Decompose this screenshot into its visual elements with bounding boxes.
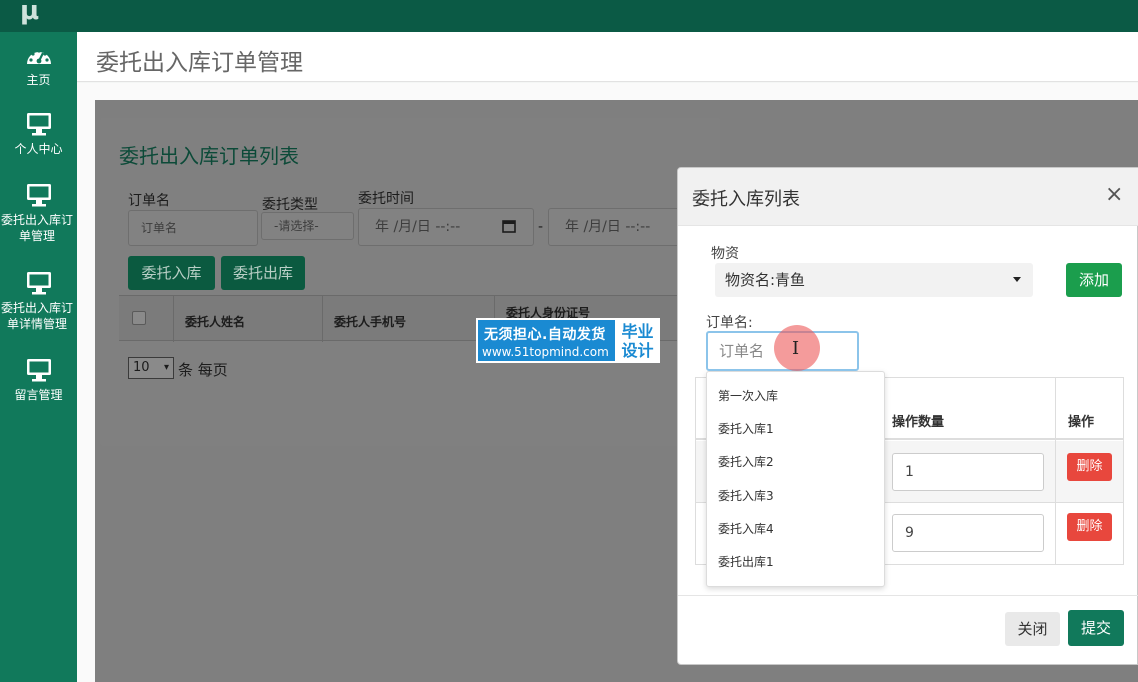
quantity-input[interactable]: 9 bbox=[892, 514, 1044, 552]
close-icon[interactable]: × bbox=[1105, 182, 1123, 207]
page-size-suffix: 条 每页 bbox=[178, 361, 228, 379]
quantity-input[interactable]: 1 bbox=[892, 453, 1044, 491]
outbound-button[interactable]: 委托出库 bbox=[221, 256, 305, 290]
text-cursor-icon: I bbox=[792, 338, 800, 359]
type-label: 委托类型 bbox=[262, 197, 318, 213]
dropdown-option[interactable]: 委托入库4 bbox=[718, 520, 774, 537]
sidebar-item-order-details[interactable]: 委托出入库订单详情管理 bbox=[0, 270, 77, 332]
calendar-icon[interactable] bbox=[502, 219, 516, 233]
dropdown-option[interactable]: 委托入库3 bbox=[718, 487, 774, 504]
monitor-icon bbox=[26, 184, 51, 207]
date-to-input[interactable]: 年 /月/日 --:-- bbox=[548, 208, 688, 246]
sidebar-item-orders[interactable]: 委托出入库订单管理 bbox=[0, 182, 77, 244]
dropdown-option[interactable]: 第一次入库 bbox=[718, 387, 778, 404]
sidebar-item-label: 个人中心 bbox=[14, 142, 63, 156]
time-label: 委托时间 bbox=[358, 191, 414, 207]
divider bbox=[1055, 378, 1056, 564]
col-header-qty: 操作数量 bbox=[892, 415, 945, 430]
page-size-value: 10 bbox=[133, 360, 150, 375]
sidebar-item-label: 留言管理 bbox=[14, 388, 63, 402]
dashboard-icon bbox=[26, 49, 51, 64]
divider bbox=[322, 296, 323, 342]
col-header: 委托人姓名 bbox=[185, 315, 246, 329]
page-header: 委托出入库订单管理 bbox=[77, 32, 1138, 82]
date-separator: - bbox=[538, 219, 544, 235]
app-logo: μ bbox=[20, 0, 40, 26]
add-button[interactable]: 添加 bbox=[1066, 263, 1122, 297]
select-all-checkbox[interactable] bbox=[132, 311, 146, 325]
sidebar-item-label: 委托出入库订单详情管理 bbox=[0, 301, 73, 331]
submit-button[interactable]: 提交 bbox=[1068, 610, 1124, 646]
watermark-badge-line2: 设计 bbox=[621, 341, 654, 360]
order-name-label: 订单名: bbox=[706, 315, 753, 331]
close-button[interactable]: 关闭 bbox=[1005, 612, 1060, 646]
watermark-line1: 无须担心.自动发货 bbox=[484, 327, 606, 343]
material-label: 物资 bbox=[711, 246, 739, 262]
monitor-icon bbox=[26, 113, 51, 136]
monitor-icon bbox=[26, 272, 51, 295]
dropdown-option[interactable]: 委托入库1 bbox=[718, 420, 774, 437]
col-header-action: 操作 bbox=[1068, 415, 1095, 430]
top-bar: μ bbox=[0, 0, 1138, 32]
sidebar-item-label: 委托出入库订单管理 bbox=[0, 213, 73, 243]
chevron-down-icon bbox=[1013, 277, 1021, 282]
card-title: 委托出入库订单列表 bbox=[119, 144, 299, 168]
page-size-select[interactable]: 10 ▾ bbox=[128, 357, 174, 379]
order-name-dropdown: 第一次入库 委托入库1 委托入库2 委托入库3 委托入库4 委托出库1 bbox=[706, 371, 885, 587]
material-select[interactable]: 物资名:青鱼 bbox=[715, 263, 1033, 297]
order-name-input[interactable]: 订单名 bbox=[128, 210, 258, 246]
col-header: 委托人手机号 bbox=[334, 315, 407, 329]
watermark-badge: 毕业 设计 bbox=[615, 320, 660, 361]
order-list-card: 委托出入库订单列表 订单名 订单名 委托类型 -请选择- 委托时间 年 /月/日… bbox=[100, 118, 720, 446]
chevron-down-icon: ▾ bbox=[163, 362, 169, 373]
monitor-icon bbox=[26, 359, 51, 382]
modal-title: 委托入库列表 bbox=[692, 189, 800, 210]
sidebar-item-messages[interactable]: 留言管理 bbox=[0, 357, 77, 403]
type-select[interactable]: -请选择- bbox=[261, 212, 354, 240]
inbound-button[interactable]: 委托入库 bbox=[128, 256, 215, 290]
dropdown-option[interactable]: 委托入库2 bbox=[718, 453, 774, 470]
inbound-list-modal: 委托入库列表 × 物资 物资名:青鱼 添加 订单名: 操作数量 操作 1 删除 … bbox=[677, 167, 1138, 665]
modal-header: 委托入库列表 × bbox=[678, 168, 1138, 226]
divider bbox=[173, 296, 174, 342]
sidebar-item-home[interactable]: 主页 bbox=[0, 42, 77, 88]
dropdown-option[interactable]: 委托出库1 bbox=[718, 553, 774, 570]
delete-button[interactable]: 删除 bbox=[1067, 453, 1112, 481]
delete-button[interactable]: 删除 bbox=[1067, 513, 1112, 541]
sidebar: 主页 个人中心 委托出入库订单管理 委托出入库订单详情管理 留言管理 bbox=[0, 32, 77, 682]
order-name-label: 订单名 bbox=[128, 193, 170, 209]
modal-footer-divider bbox=[678, 595, 1138, 596]
watermark-url: www.51topmind.com bbox=[482, 345, 609, 359]
watermark-badge-line1: 毕业 bbox=[621, 322, 654, 341]
sidebar-item-profile[interactable]: 个人中心 bbox=[0, 111, 77, 157]
sidebar-item-label: 主页 bbox=[26, 73, 51, 87]
watermark-banner: 无须担心.自动发货 www.51topmind.com 毕业 设计 bbox=[476, 318, 660, 363]
page-title: 委托出入库订单管理 bbox=[96, 50, 303, 76]
